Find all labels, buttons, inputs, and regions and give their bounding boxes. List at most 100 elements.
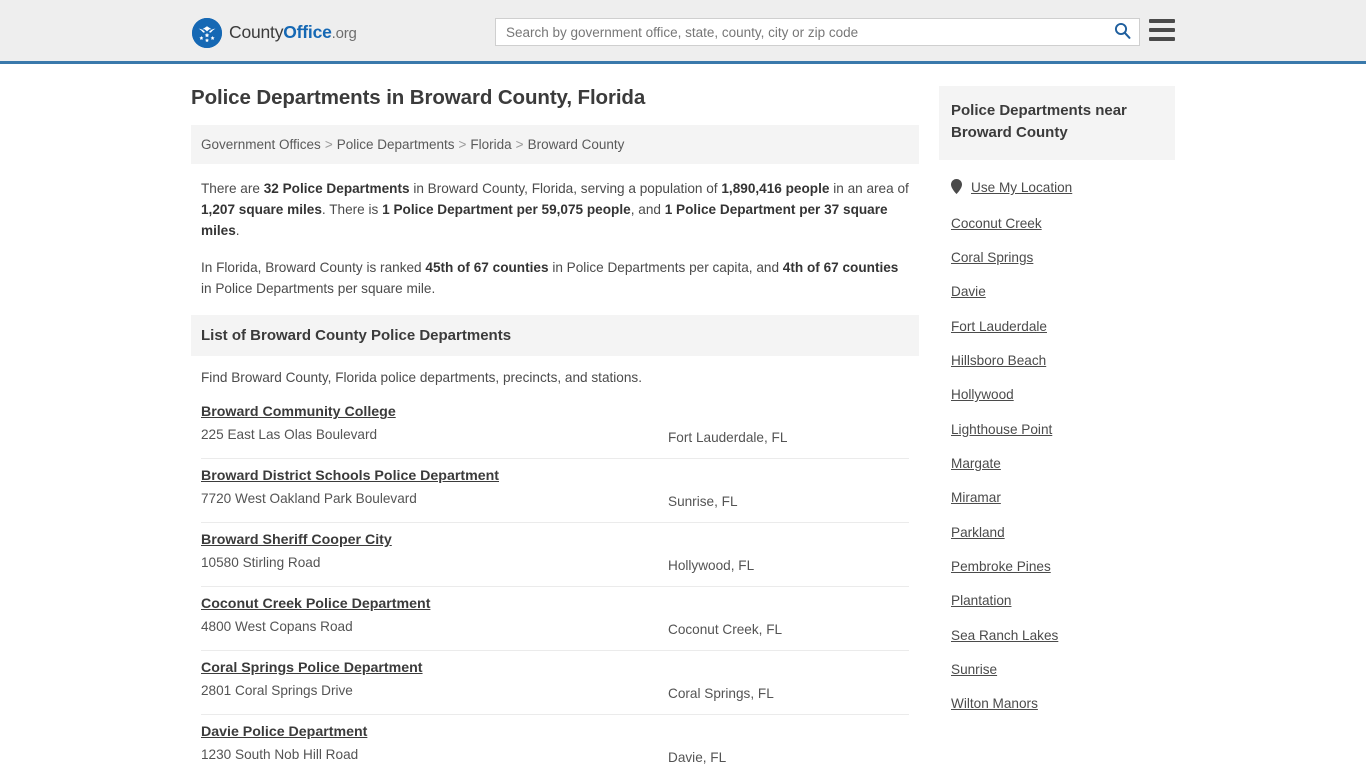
nearby-place-link-parkland[interactable]: Parkland	[951, 525, 1005, 540]
department-city-state: Coral Springs, FL	[668, 686, 774, 702]
stat-population: 1,890,416 people	[721, 181, 830, 197]
intro-text: In Florida, Broward County is ranked	[201, 260, 426, 276]
department-city-state: Davie, FL	[668, 750, 727, 766]
department-city-state: Sunrise, FL	[668, 494, 738, 510]
intro-text: , and	[630, 202, 665, 218]
nearby-place-link-coral-springs[interactable]: Coral Springs	[951, 250, 1033, 265]
table-row: Broward Community College 225 East Las Ol…	[201, 395, 909, 460]
list-section-heading: List of Broward County Police Department…	[201, 327, 512, 345]
department-city-state: Fort Lauderdale, FL	[668, 430, 788, 446]
department-address: 4800 West Copans Road	[201, 619, 353, 635]
list-section-subtext: Find Broward County, Florida police depa…	[201, 370, 642, 386]
sidebar-header: Police Departments near Broward County	[939, 86, 1175, 160]
department-name-link[interactable]: Broward Sheriff Cooper City	[201, 532, 392, 548]
breadcrumb-item-florida[interactable]: Florida	[470, 137, 511, 152]
department-address: 7720 West Oakland Park Boulevard	[201, 491, 417, 507]
breadcrumb-item-police-departments[interactable]: Police Departments	[337, 137, 455, 152]
use-my-location-item[interactable]: Use My Location	[951, 168, 1163, 207]
table-row: Coral Springs Police Department 2801 Cora…	[201, 651, 909, 716]
breadcrumb-item-broward-county[interactable]: Broward County	[528, 137, 625, 152]
page-body: Police Departments in Broward County, Fl…	[0, 64, 1366, 768]
nearby-place-item: Plantation	[951, 584, 1163, 618]
site-header: CountyOffice.org	[0, 0, 1366, 64]
intro-text: .	[235, 223, 240, 239]
menu-bar-3	[1149, 37, 1175, 41]
nearby-place-link-wilton-manors[interactable]: Wilton Manors	[951, 696, 1038, 711]
nearby-place-item: Davie	[951, 275, 1163, 309]
department-name-link[interactable]: Coral Springs Police Department	[201, 660, 423, 676]
use-my-location-link[interactable]: Use My Location	[971, 180, 1072, 196]
intro-text: in Broward County, Florida, serving a po…	[409, 181, 722, 197]
nearby-place-link-davie[interactable]: Davie	[951, 284, 986, 299]
search-button[interactable]	[1105, 19, 1139, 45]
nearby-place-item: Sunrise	[951, 653, 1163, 687]
search-bar[interactable]	[495, 18, 1140, 46]
intro-text: in Police Departments per square mile.	[201, 281, 436, 297]
breadcrumb-item-government-offices[interactable]: Government Offices	[201, 137, 321, 152]
site-logo-text: CountyOffice.org	[229, 24, 357, 42]
nearby-place-item: Miramar	[951, 481, 1163, 515]
stat-department-count: 32 Police Departments	[263, 181, 410, 197]
nearby-place-link-margate[interactable]: Margate	[951, 456, 1001, 471]
list-section-header: List of Broward County Police Department…	[191, 315, 919, 357]
nearby-place-link-plantation[interactable]: Plantation	[951, 593, 1011, 608]
menu-bar-2	[1149, 28, 1175, 32]
breadcrumb-separator: >	[324, 136, 333, 152]
main-column: Police Departments in Broward County, Fl…	[191, 86, 919, 768]
stat-per-capita: 1 Police Department per 59,075 people	[382, 202, 631, 218]
nearby-sidebar: Police Departments near Broward County U…	[939, 86, 1175, 768]
breadcrumb-separator: >	[515, 136, 524, 152]
department-address: 225 East Las Olas Boulevard	[201, 427, 378, 443]
nearby-place-link-sea-ranch-lakes[interactable]: Sea Ranch Lakes	[951, 628, 1058, 643]
search-input[interactable]	[496, 19, 1105, 45]
nearby-place-link-lighthouse-point[interactable]: Lighthouse Point	[951, 422, 1052, 437]
nearby-place-link-hillsboro-beach[interactable]: Hillsboro Beach	[951, 353, 1046, 368]
department-name-link[interactable]: Davie Police Department	[201, 724, 367, 740]
nearby-place-item: Pembroke Pines	[951, 550, 1163, 584]
site-logo[interactable]: CountyOffice.org	[192, 18, 357, 48]
logo-word-org: .org	[331, 25, 357, 43]
nearby-place-item: Lighthouse Point	[951, 413, 1163, 447]
nearby-place-item: Coconut Creek	[951, 207, 1163, 241]
logo-word-county: County	[229, 22, 284, 43]
nearby-place-link-sunrise[interactable]: Sunrise	[951, 662, 997, 677]
nearby-place-link-coconut-creek[interactable]: Coconut Creek	[951, 216, 1042, 231]
page-title: Police Departments in Broward County, Fl…	[191, 86, 646, 109]
nearby-place-item: Margate	[951, 447, 1163, 481]
department-name-link[interactable]: Broward Community College	[201, 404, 396, 420]
table-row: Broward District Schools Police Departme…	[201, 459, 909, 524]
intro-text: in an area of	[829, 181, 909, 197]
intro-text: . There is	[321, 202, 383, 218]
department-city-state: Hollywood, FL	[668, 558, 755, 574]
logo-word-office: Office	[283, 22, 332, 43]
nearby-place-item: Sea Ranch Lakes	[951, 619, 1163, 653]
hamburger-menu-icon[interactable]	[1149, 19, 1175, 41]
department-address: 2801 Coral Springs Drive	[201, 683, 353, 699]
search-icon	[1114, 22, 1131, 42]
stat-area: 1,207 square miles	[201, 202, 322, 218]
table-row: Davie Police Department 1230 South Nob Hi…	[201, 715, 909, 768]
table-row: Coconut Creek Police Department 4800 West…	[201, 587, 909, 652]
nearby-place-link-hollywood[interactable]: Hollywood	[951, 387, 1014, 402]
stat-rank-per-square-mile: 4th of 67 counties	[782, 260, 899, 276]
police-department-list: Broward Community College 225 East Las Ol…	[191, 395, 919, 768]
department-name-link[interactable]: Coconut Creek Police Department	[201, 596, 430, 612]
breadcrumb: Government Offices > Police Departments > Fl…	[191, 124, 919, 165]
intro-text: There are	[201, 181, 264, 197]
nearby-place-link-fort-lauderdale[interactable]: Fort Lauderdale	[951, 319, 1047, 334]
breadcrumb-separator: >	[458, 136, 467, 152]
department-name-link[interactable]: Broward District Schools Police Departme…	[201, 468, 499, 484]
eagle-seal-icon	[192, 18, 222, 48]
sidebar-list: Use My Location Coconut Creek Coral Sprin…	[939, 160, 1175, 722]
nearby-place-item: Hillsboro Beach	[951, 344, 1163, 378]
nearby-place-item: Wilton Manors	[951, 687, 1163, 721]
intro-paragraph-ranking: In Florida, Broward County is ranked 45t…	[201, 257, 909, 299]
table-row: Broward Sheriff Cooper City 10580 Stirlin…	[201, 523, 909, 588]
nearby-place-link-miramar[interactable]: Miramar	[951, 490, 1001, 505]
nearby-place-item: Parkland	[951, 516, 1163, 550]
department-city-state: Coconut Creek, FL	[668, 622, 783, 638]
intro-text: in Police Departments per capita, and	[548, 260, 783, 276]
department-address: 1230 South Nob Hill Road	[201, 747, 359, 763]
intro-section: There are 32 Police Departments in Browa…	[191, 164, 919, 299]
nearby-place-link-pembroke-pines[interactable]: Pembroke Pines	[951, 559, 1051, 574]
